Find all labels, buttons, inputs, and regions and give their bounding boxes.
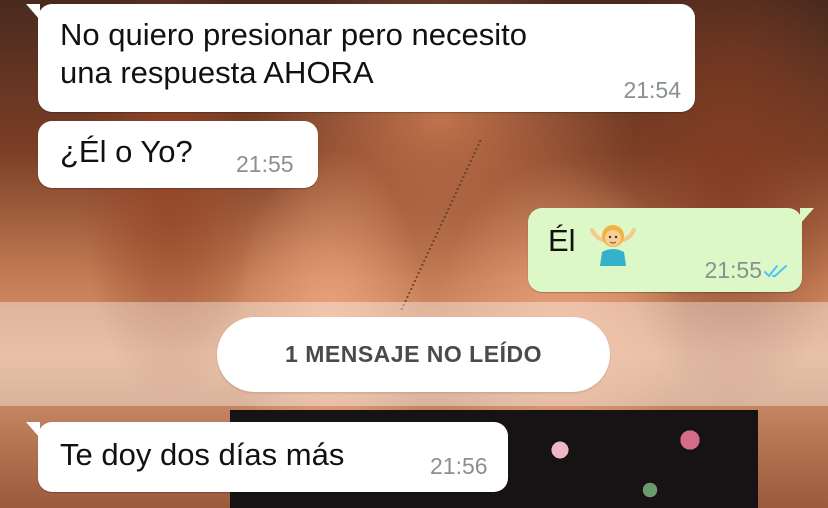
message-text: Él <box>548 223 576 258</box>
message-bubble-incoming[interactable]: Te doy dos días más 21:56 <box>26 422 508 492</box>
message-text: ¿Él o Yo? <box>60 134 193 169</box>
unread-divider-label: 1 MENSAJE NO LEÍDO <box>285 341 542 367</box>
unread-messages-divider: 1 MENSAJE NO LEÍDO <box>217 317 610 392</box>
bubble-tail <box>26 422 40 438</box>
message-bubble-incoming[interactable]: ¿Él o Yo? 21:55 <box>38 121 318 188</box>
message-timestamp: 21:55 <box>236 151 294 177</box>
bubble-tail <box>26 4 40 20</box>
message-bubble-outgoing[interactable]: Él 21:55 <box>528 208 814 292</box>
person-shrugging-emoji <box>590 225 636 266</box>
message-bubble-incoming[interactable]: No quiero presionar pero necesito una re… <box>26 4 695 112</box>
message-timestamp: 21:56 <box>430 453 488 479</box>
double-check-icon <box>764 265 787 278</box>
bubble-tail <box>800 208 814 224</box>
message-text: Te doy dos días más <box>60 437 345 472</box>
message-timestamp: 21:54 <box>623 77 681 103</box>
message-timestamp: 21:55 <box>704 257 762 283</box>
message-text: No quiero presionar pero necesito una re… <box>60 17 527 90</box>
